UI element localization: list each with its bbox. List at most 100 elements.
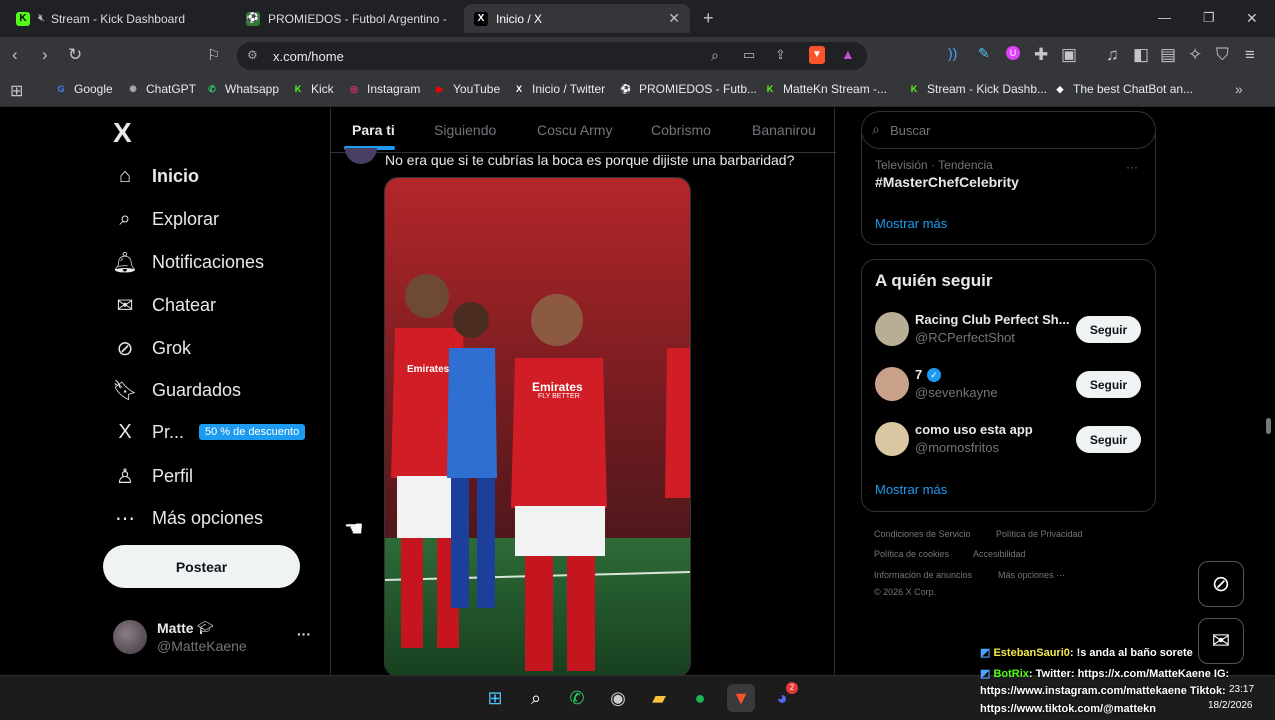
trend-name[interactable]: #MasterChefCelebrity (875, 174, 1019, 190)
nav-item-perfil[interactable]: ♙ Perfil (112, 464, 193, 489)
leo-ai-icon[interactable]: ✧ (1188, 45, 1202, 65)
extension-translate-icon[interactable]: ✎ (978, 45, 990, 62)
muted-speaker-icon[interactable]: 🔇︎ (38, 12, 45, 25)
bookmark-page-icon[interactable]: ⚐ (207, 46, 220, 64)
windows-start-icon[interactable]: ⊞ (481, 684, 509, 712)
bookmark-item[interactable]: K Stream - Kick Dashb... (907, 82, 1047, 96)
forward-icon[interactable]: › (42, 45, 48, 65)
bookmark-item[interactable]: X Inicio / Twitter (512, 82, 605, 96)
more-bookmarks-icon[interactable]: » (1235, 81, 1243, 97)
brave-shield-icon[interactable]: ▼ (809, 46, 825, 64)
footer-link[interactable]: Política de Privacidad (996, 529, 1083, 539)
avatar[interactable] (875, 422, 909, 456)
nav-item-notificaciones[interactable]: 🔔︎ Notificaciones (112, 250, 264, 275)
nav-item-inicio[interactable]: ⌂ Inicio (112, 165, 199, 188)
feed-tab[interactable]: Coscu Army (537, 122, 612, 138)
messages-float-icon[interactable]: ✉ (1198, 618, 1244, 664)
trend-more-icon[interactable]: ··· (1126, 160, 1138, 174)
x-logo-icon[interactable]: X (113, 117, 132, 149)
share-icon[interactable]: ⇪ (775, 47, 786, 63)
footer-link[interactable]: Política de cookies (874, 549, 949, 559)
nav-item-pr[interactable]: X Pr... (112, 421, 184, 444)
close-tab-icon[interactable]: ✕ (668, 10, 680, 27)
bookmark-item[interactable]: ◎ Instagram (347, 82, 420, 96)
vpn-shield-icon[interactable]: ⛉ (1216, 45, 1229, 65)
nav-item-guardados[interactable]: 🔖︎ Guardados (112, 378, 241, 403)
feed-tab[interactable]: Siguiendo (434, 122, 496, 138)
taskbar-search-icon[interactable]: ⌕ (522, 684, 550, 712)
follow-button[interactable]: Seguir (1076, 426, 1141, 453)
follow-button[interactable]: Seguir (1076, 371, 1141, 398)
follow-suggestion-row[interactable]: 7 ✓ @sevenkayne Seguir (862, 367, 1155, 417)
clock-date[interactable]: 18/2/2026 (1208, 700, 1253, 711)
tab-kick-dashboard[interactable]: K 🔇︎ Stream - Kick Dashboard (6, 4, 230, 33)
bookmark-item[interactable]: K MatteKn Stream -... (763, 82, 887, 96)
file-explorer-icon[interactable]: ▰ (645, 684, 673, 712)
footer-link[interactable]: Más opciones ··· (998, 570, 1065, 580)
menu-icon[interactable]: ≡ (1245, 45, 1255, 65)
music-icon[interactable]: ♫ (1106, 45, 1119, 65)
footer-link[interactable]: Información de anuncios (874, 570, 972, 580)
suggestion-name[interactable]: 7 (915, 367, 922, 382)
nav-item-chatear[interactable]: ✉ Chatear (112, 293, 216, 318)
grok-float-icon[interactable]: ⊘ (1198, 561, 1244, 607)
obs-app-icon[interactable]: ◉ (604, 684, 632, 712)
bookmark-item[interactable]: ◆ The best ChatBot an... (1053, 82, 1194, 96)
bookmark-item[interactable]: ✆ Whatsapp (205, 82, 279, 96)
spotify-app-icon[interactable]: ● (686, 684, 714, 712)
avatar[interactable] (875, 312, 909, 346)
reload-icon[interactable]: ↻ (68, 45, 82, 65)
brave-app-icon[interactable]: ▼ (727, 684, 755, 712)
close-window-button[interactable]: ✕ (1246, 10, 1258, 27)
avatar[interactable] (875, 367, 909, 401)
apps-grid-icon[interactable]: ⊞ (10, 81, 23, 101)
whatsapp-app-icon[interactable]: ✆ (563, 684, 591, 712)
extension-wave-icon[interactable]: )) (948, 45, 957, 61)
post-photo[interactable]: Emirates Emirates FLY BETTER (384, 177, 691, 675)
premium-discount-badge[interactable]: 50 % de descuento (199, 424, 306, 440)
maximize-button[interactable]: ❐ (1203, 10, 1215, 26)
extension-u-icon[interactable]: U (1006, 46, 1020, 60)
post-author-avatar[interactable] (345, 148, 377, 164)
footer-link[interactable]: Accesibilidad (973, 549, 1026, 559)
back-icon[interactable]: ‹ (12, 45, 18, 65)
account-name[interactable]: Matte (157, 620, 194, 636)
bookmark-item[interactable]: G Google (54, 82, 112, 96)
minimize-button[interactable]: — (1158, 10, 1171, 25)
sidebar-icon[interactable]: ◧ (1133, 45, 1149, 65)
nav-item-explorar[interactable]: ⌕ Explorar (112, 208, 219, 231)
brave-rewards-icon[interactable]: ▲ (841, 46, 855, 62)
suggestion-name[interactable]: como uso esta app (915, 422, 1033, 437)
reading-list-icon[interactable]: ▣ (1061, 45, 1077, 65)
cast-icon[interactable]: ▭ (743, 47, 755, 63)
nav-item-msopciones[interactable]: ⋯ Más opciones (112, 506, 263, 531)
follow-show-more-link[interactable]: Mostrar más (875, 482, 947, 497)
follow-suggestion-row[interactable]: Racing Club Perfect Sh... @RCPerfectShot… (862, 312, 1155, 362)
bookmark-item[interactable]: ▶ YouTube (433, 82, 501, 96)
post-button[interactable]: Postear (103, 545, 300, 588)
feed-tab[interactable]: Bananirou (752, 122, 816, 138)
zoom-icon[interactable]: ⌕ (711, 47, 719, 64)
account-avatar[interactable] (113, 620, 147, 654)
account-more-icon[interactable]: ··· (297, 626, 311, 642)
bookmark-item[interactable]: K Kick (291, 82, 334, 96)
trends-show-more-link[interactable]: Mostrar más (875, 216, 947, 231)
extensions-puzzle-icon[interactable]: ✚ (1034, 45, 1048, 65)
suggestion-name[interactable]: Racing Club Perfect Sh... (915, 312, 1070, 327)
feed-tab[interactable]: Para ti (352, 122, 395, 138)
nav-item-grok[interactable]: ⊘ Grok (112, 336, 191, 361)
bookmark-item[interactable]: ✺ ChatGPT (126, 82, 196, 96)
scrollbar-thumb[interactable] (1266, 418, 1271, 434)
footer-link[interactable]: Condiciones de Servicio (874, 529, 971, 539)
new-tab-button[interactable]: + (703, 8, 714, 29)
site-settings-icon[interactable]: ⚙ (247, 48, 258, 62)
tab-promiedos[interactable]: ⚽ PROMIEDOS - Futbol Argentino - Fixt (236, 4, 458, 33)
feed-tab[interactable]: Cobrismo (651, 122, 711, 138)
bookmark-item[interactable]: ⚽ PROMIEDOS - Futb... (619, 82, 757, 96)
address-bar[interactable]: ⚙ x.com/home ⌕ ▭ ⇪ ▼ ▲ (237, 42, 867, 70)
clock-time[interactable]: 23:17 (1229, 684, 1254, 695)
tab-inicio-x[interactable]: X Inicio / X ✕ (464, 4, 690, 33)
url-text[interactable]: x.com/home (273, 49, 344, 64)
wallet-icon[interactable]: ▤ (1160, 45, 1176, 65)
follow-button[interactable]: Seguir (1076, 316, 1141, 343)
